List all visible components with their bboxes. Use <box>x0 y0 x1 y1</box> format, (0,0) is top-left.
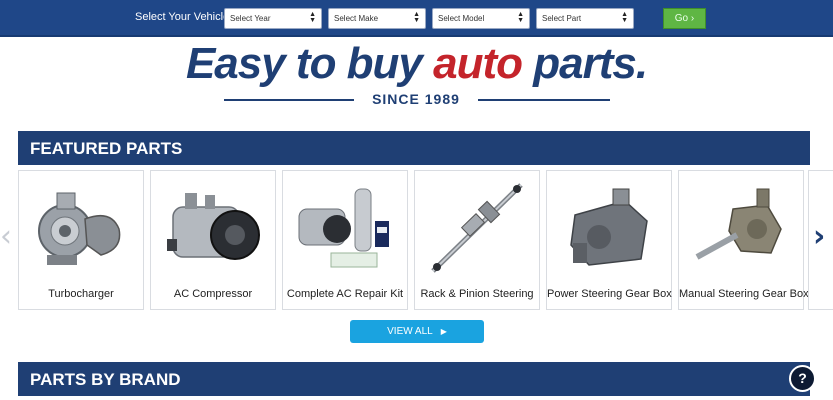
updown-caret-icon: ▲ ▼ <box>517 11 524 24</box>
vehicle-selector-label: Select Your Vehicle <box>135 11 230 23</box>
model-select-value: Select Model <box>438 14 485 23</box>
hero-title-accent: auto <box>433 39 523 88</box>
part-select[interactable]: Select Part ▲ ▼ <box>536 8 634 29</box>
featured-part-name: Power Steering Gear Box <box>547 288 672 300</box>
carousel-next-icon[interactable]: › <box>813 222 825 252</box>
featured-part-name: Turbocharger <box>48 288 114 300</box>
featured-part-card[interactable]: Rack & Pinion Steering <box>414 170 540 310</box>
go-button[interactable]: Go › <box>663 8 706 29</box>
hero-banner: Easy to buy auto parts. SINCE 1989 <box>0 37 833 117</box>
year-select[interactable]: Select Year ▲ ▼ <box>224 8 322 29</box>
hero-title-part2: parts. <box>522 39 648 88</box>
divider-left <box>224 99 354 101</box>
updown-caret-icon: ▲ ▼ <box>413 11 420 24</box>
featured-part-card[interactable]: Turbocharger <box>18 170 144 310</box>
view-all-button[interactable]: VIEW ALL ▶ <box>350 320 484 343</box>
featured-part-name: Rack & Pinion Steering <box>420 288 534 300</box>
carousel-prev-icon[interactable]: ‹ <box>0 222 12 252</box>
vehicle-selector-bar: Select Your Vehicle Select Year ▲ ▼ Selec… <box>0 0 833 37</box>
updown-caret-icon: ▲ ▼ <box>621 11 628 24</box>
part-select-value: Select Part <box>542 14 582 23</box>
year-select-value: Select Year <box>230 14 271 23</box>
play-triangle-icon: ▶ <box>440 327 447 336</box>
since-text: SINCE 1989 <box>372 91 460 107</box>
ac-compressor-image <box>167 193 260 260</box>
rack-pinion-image <box>431 183 523 273</box>
featured-parts-heading: FEATURED PARTS <box>18 131 810 165</box>
manual-steering-gearbox-image <box>695 188 782 260</box>
featured-part-card[interactable]: AC Compressor <box>150 170 276 310</box>
parts-by-brand-heading: PARTS BY BRAND <box>18 362 810 396</box>
model-select[interactable]: Select Model ▲ ▼ <box>432 8 530 29</box>
make-select-value: Select Make <box>334 14 379 23</box>
featured-part-card[interactable]: Manual Steering Gear Box <box>678 170 809 310</box>
ac-repair-kit-image <box>298 188 389 268</box>
featured-part-card[interactable]: Power Steering Gear Box <box>546 170 672 310</box>
featured-part-name: Complete AC Repair Kit <box>286 288 404 300</box>
hero-title: Easy to buy auto parts. <box>0 39 833 89</box>
help-button[interactable]: ? <box>789 365 816 392</box>
turbocharger-image <box>38 192 121 265</box>
featured-part-name: Manual Steering Gear Box <box>679 288 809 300</box>
since-row: SINCE 1989 <box>224 91 610 109</box>
power-steering-gearbox-image <box>570 188 648 266</box>
updown-caret-icon: ▲ ▼ <box>309 11 316 24</box>
featured-part-name: AC Compressor <box>173 288 253 300</box>
featured-part-card[interactable]: Complete AC Repair Kit <box>282 170 408 310</box>
divider-right <box>478 99 610 101</box>
make-select[interactable]: Select Make ▲ ▼ <box>328 8 426 29</box>
view-all-label: VIEW ALL <box>387 326 433 337</box>
hero-title-part1: Easy to buy <box>185 39 434 88</box>
